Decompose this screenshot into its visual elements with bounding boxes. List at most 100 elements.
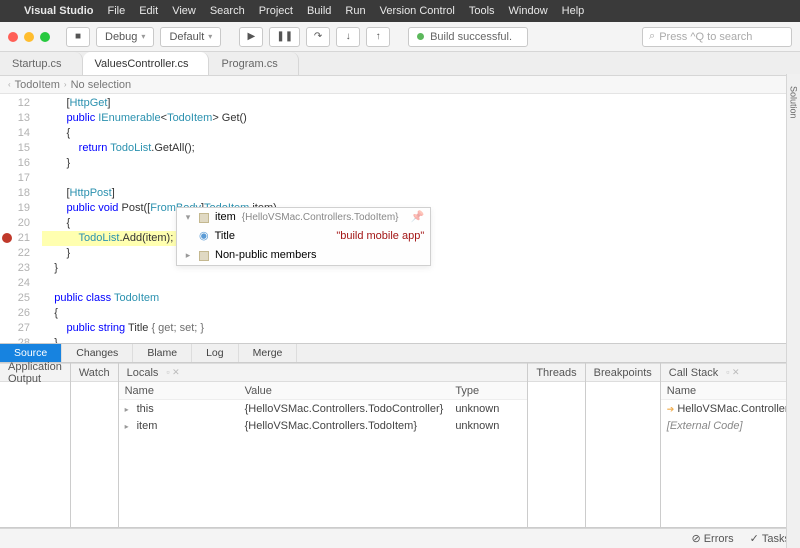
search-input[interactable]: ⌕Press ^Q to search — [642, 27, 792, 47]
menubar: Visual Studio File Edit View Search Proj… — [0, 0, 800, 22]
frame-text: HelloVSMac.Controllers.TodoController.Po… — [677, 403, 800, 415]
minimize-window-button[interactable] — [24, 32, 34, 42]
datatip-row[interactable]: ◉Title"build mobile app" — [177, 227, 430, 246]
error-icon: ⊘ — [691, 533, 700, 545]
close-window-button[interactable] — [8, 32, 18, 42]
col-name: Name — [661, 385, 800, 397]
code-line[interactable]: [HttpPost] — [42, 186, 308, 201]
breadcrumb-member[interactable]: No selection — [71, 79, 132, 91]
errors-status[interactable]: ⊘Errors — [691, 532, 733, 545]
callstack-row[interactable]: [External Code] — [661, 417, 800, 434]
local-value: {HelloVSMac.Controllers.TodoItem} — [239, 420, 450, 432]
toolbar: ■ Debug▾ Default▾ ▶ ❚❚ ↷ ↓ ↑ Build succe… — [0, 22, 800, 52]
expand-icon[interactable]: ▾ — [183, 213, 193, 223]
expand-icon[interactable]: ▸ — [183, 251, 193, 261]
expand-icon[interactable] — [183, 232, 193, 242]
code-line[interactable] — [42, 171, 308, 186]
folder-icon — [199, 251, 209, 261]
step-over-button[interactable]: ↷ — [306, 27, 330, 47]
pin-icon[interactable]: ▫ ✕ — [726, 367, 739, 378]
menu-project[interactable]: Project — [259, 5, 293, 17]
stop-button[interactable]: ■ — [66, 27, 90, 47]
expand-icon[interactable]: ▸ — [125, 405, 133, 414]
side-panel[interactable]: Solution — [786, 74, 800, 548]
breakpoints-panel[interactable]: Breakpoints — [586, 363, 661, 527]
locals-panel-title: Locals — [127, 367, 159, 379]
pause-button[interactable]: ❚❚ — [269, 27, 300, 47]
output-panel-title: Application Output — [8, 361, 62, 385]
merge-tab[interactable]: Merge — [239, 344, 298, 362]
menu-vcs[interactable]: Version Control — [380, 5, 455, 17]
build-status-text: Build successful. — [430, 31, 512, 43]
local-type: unknown — [449, 403, 527, 415]
pin-icon[interactable]: 📌 — [411, 210, 425, 225]
code-line[interactable]: public IEnumerable<TodoItem> Get() — [42, 111, 308, 126]
tab-valuescontroller[interactable]: ValuesController.cs — [83, 52, 210, 75]
editor-tabs: Startup.cs ValuesController.cs Program.c… — [0, 52, 800, 76]
code-line[interactable]: [HttpGet] — [42, 96, 308, 111]
menu-file[interactable]: File — [107, 5, 125, 17]
code-line[interactable]: { — [42, 126, 308, 141]
menu-window[interactable]: Window — [509, 5, 548, 17]
blame-tab[interactable]: Blame — [133, 344, 192, 362]
code-line[interactable]: } — [42, 156, 308, 171]
pin-icon[interactable]: ▫ ✕ — [166, 367, 179, 378]
code-line[interactable]: } — [42, 336, 308, 343]
local-type: unknown — [449, 420, 527, 432]
datatip-row[interactable]: ▾item{HelloVSMac.Controllers.TodoItem}📌 — [177, 208, 430, 227]
watch-panel[interactable]: Watch — [71, 363, 119, 527]
success-dot-icon — [417, 33, 424, 40]
frame-text: [External Code] — [667, 420, 743, 432]
menu-app[interactable]: Visual Studio — [24, 5, 93, 17]
debug-panels: Application Output Watch Locals ▫ ✕ Name … — [0, 363, 800, 528]
code-line[interactable]: public class TodoItem — [42, 291, 308, 306]
datatip-row[interactable]: ▸Non-public members — [177, 246, 430, 265]
tab-program[interactable]: Program.cs — [209, 52, 298, 75]
tab-label: Startup.cs — [12, 58, 62, 70]
datatip-value: "build mobile app" — [336, 229, 424, 244]
breakpoint-icon[interactable] — [2, 233, 12, 243]
expand-icon[interactable]: ▸ — [125, 422, 133, 431]
step-out-button[interactable]: ↑ — [366, 27, 390, 47]
threads-panel[interactable]: Threads — [528, 363, 585, 527]
breakpoints-panel-title: Breakpoints — [594, 367, 652, 379]
output-panel[interactable]: Application Output — [0, 363, 71, 527]
breadcrumb[interactable]: ‹ TodoItem › No selection — [0, 76, 800, 94]
menu-build[interactable]: Build — [307, 5, 331, 17]
menu-search[interactable]: Search — [210, 5, 245, 17]
target-select[interactable]: Default▾ — [160, 27, 221, 47]
play-button[interactable]: ▶ — [239, 27, 263, 47]
line-gutter: 1213141516171819202122232425262728293031… — [0, 94, 36, 343]
tasks-status[interactable]: ✓Tasks — [750, 532, 790, 545]
code-line[interactable]: public string Title { get; set; } — [42, 321, 308, 336]
menu-tools[interactable]: Tools — [469, 5, 495, 17]
code-line[interactable] — [42, 276, 308, 291]
locals-row[interactable]: ▸item{HelloVSMac.Controllers.TodoItem}un… — [119, 417, 528, 434]
menu-edit[interactable]: Edit — [139, 5, 158, 17]
solution-tab[interactable]: Solution — [789, 80, 799, 125]
debug-datatip[interactable]: ▾item{HelloVSMac.Controllers.TodoItem}📌◉… — [176, 207, 431, 266]
tab-startup[interactable]: Startup.cs — [0, 52, 83, 75]
callstack-panel-title: Call Stack — [669, 367, 719, 379]
changes-tab[interactable]: Changes — [62, 344, 133, 362]
locals-header: Name Value Type — [119, 382, 528, 400]
locals-row[interactable]: ▸this{HelloVSMac.Controllers.TodoControl… — [119, 400, 528, 417]
source-tab[interactable]: Source — [0, 344, 62, 362]
zoom-window-button[interactable] — [40, 32, 50, 42]
breadcrumb-class[interactable]: TodoItem — [15, 79, 60, 91]
code-line[interactable]: return TodoList.GetAll(); — [42, 141, 308, 156]
menu-run[interactable]: Run — [345, 5, 365, 17]
tab-label: ValuesController.cs — [95, 58, 189, 70]
run-config-label: Debug — [105, 31, 137, 43]
menu-help[interactable]: Help — [562, 5, 585, 17]
menu-view[interactable]: View — [172, 5, 196, 17]
step-in-button[interactable]: ↓ — [336, 27, 360, 47]
search-placeholder: Press ^Q to search — [659, 31, 752, 43]
run-config-select[interactable]: Debug▾ — [96, 27, 154, 47]
locals-panel[interactable]: Locals ▫ ✕ Name Value Type ▸this{HelloVSM… — [119, 363, 529, 527]
log-tab[interactable]: Log — [192, 344, 239, 362]
code-editor[interactable]: 1213141516171819202122232425262728293031… — [0, 94, 800, 343]
callstack-panel[interactable]: Call Stack ▫ ✕ Name ➔HelloVSMac.Controlle… — [661, 363, 800, 527]
code-line[interactable]: { — [42, 306, 308, 321]
callstack-row[interactable]: ➔HelloVSMac.Controllers.TodoController.P… — [661, 400, 800, 417]
